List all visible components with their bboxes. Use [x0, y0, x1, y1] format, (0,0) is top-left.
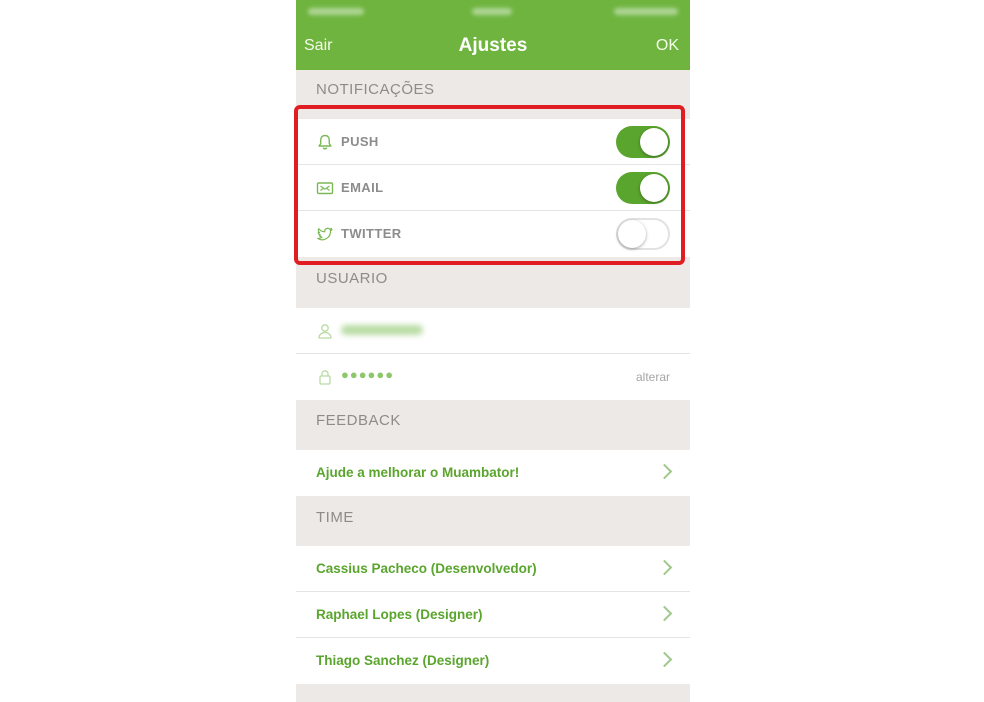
notification-row-email: EMAIL: [296, 165, 690, 211]
feedback-link-row[interactable]: Ajude a melhorar o Muambator!: [296, 450, 690, 496]
toggle-knob: [640, 128, 668, 156]
toggle-knob: [618, 220, 646, 248]
username-value-blurred: [341, 325, 423, 335]
user-icon: [316, 322, 334, 340]
bell-icon: [316, 133, 334, 151]
notification-row-push: PUSH: [296, 119, 690, 165]
feedback-list: Ajude a melhorar o Muambator!: [296, 450, 690, 496]
chevron-right-icon: [656, 559, 673, 576]
lock-icon: [316, 368, 334, 386]
navigation-bar: Sair Ajustes OK: [296, 24, 690, 70]
status-bar: [296, 0, 690, 24]
ok-button[interactable]: OK: [656, 37, 679, 55]
section-header-feedback: FEEDBACK: [296, 400, 690, 450]
alterar-link[interactable]: alterar: [636, 370, 670, 384]
settings-screen: Sair Ajustes OK NOTIFICAÇÕES PUSH EMAIL …: [296, 0, 690, 702]
team-member-name: Thiago Sanchez (Designer): [316, 653, 490, 668]
section-header-usuario: USUARIO: [296, 260, 690, 308]
chevron-right-icon: [656, 605, 673, 622]
section-header-notificacoes: NOTIFICAÇÕES: [296, 70, 690, 116]
team-member-row[interactable]: Thiago Sanchez (Designer): [296, 638, 690, 684]
section-header-time: TIME: [296, 496, 690, 546]
password-mask: ●●●●●●: [341, 367, 395, 382]
twitter-toggle[interactable]: [616, 218, 670, 250]
team-list: Cassius Pacheco (Desenvolvedor) Raphael …: [296, 546, 690, 684]
notification-row-twitter: TWITTER: [296, 211, 690, 257]
email-label: EMAIL: [341, 180, 384, 195]
twitter-bird-icon: [316, 225, 334, 243]
push-label: PUSH: [341, 134, 379, 149]
page-title: Ajustes: [458, 35, 528, 56]
mail-icon: [316, 179, 334, 197]
team-member-row[interactable]: Raphael Lopes (Designer): [296, 592, 690, 638]
user-list: ●●●●●● alterar: [296, 308, 690, 400]
toggle-knob: [640, 174, 668, 202]
notifications-list: PUSH EMAIL TWITTER: [296, 119, 690, 257]
team-member-row[interactable]: Cassius Pacheco (Desenvolvedor): [296, 546, 690, 592]
password-row[interactable]: ●●●●●● alterar: [296, 354, 690, 400]
team-member-name: Raphael Lopes (Designer): [316, 607, 483, 622]
team-member-name: Cassius Pacheco (Desenvolvedor): [316, 561, 537, 576]
email-toggle[interactable]: [616, 172, 670, 204]
twitter-label: TWITTER: [341, 226, 402, 241]
chevron-right-icon: [656, 651, 673, 668]
push-toggle[interactable]: [616, 126, 670, 158]
chevron-right-icon: [656, 463, 673, 480]
username-row[interactable]: [296, 308, 690, 354]
feedback-link: Ajude a melhorar o Muambator!: [316, 465, 520, 480]
